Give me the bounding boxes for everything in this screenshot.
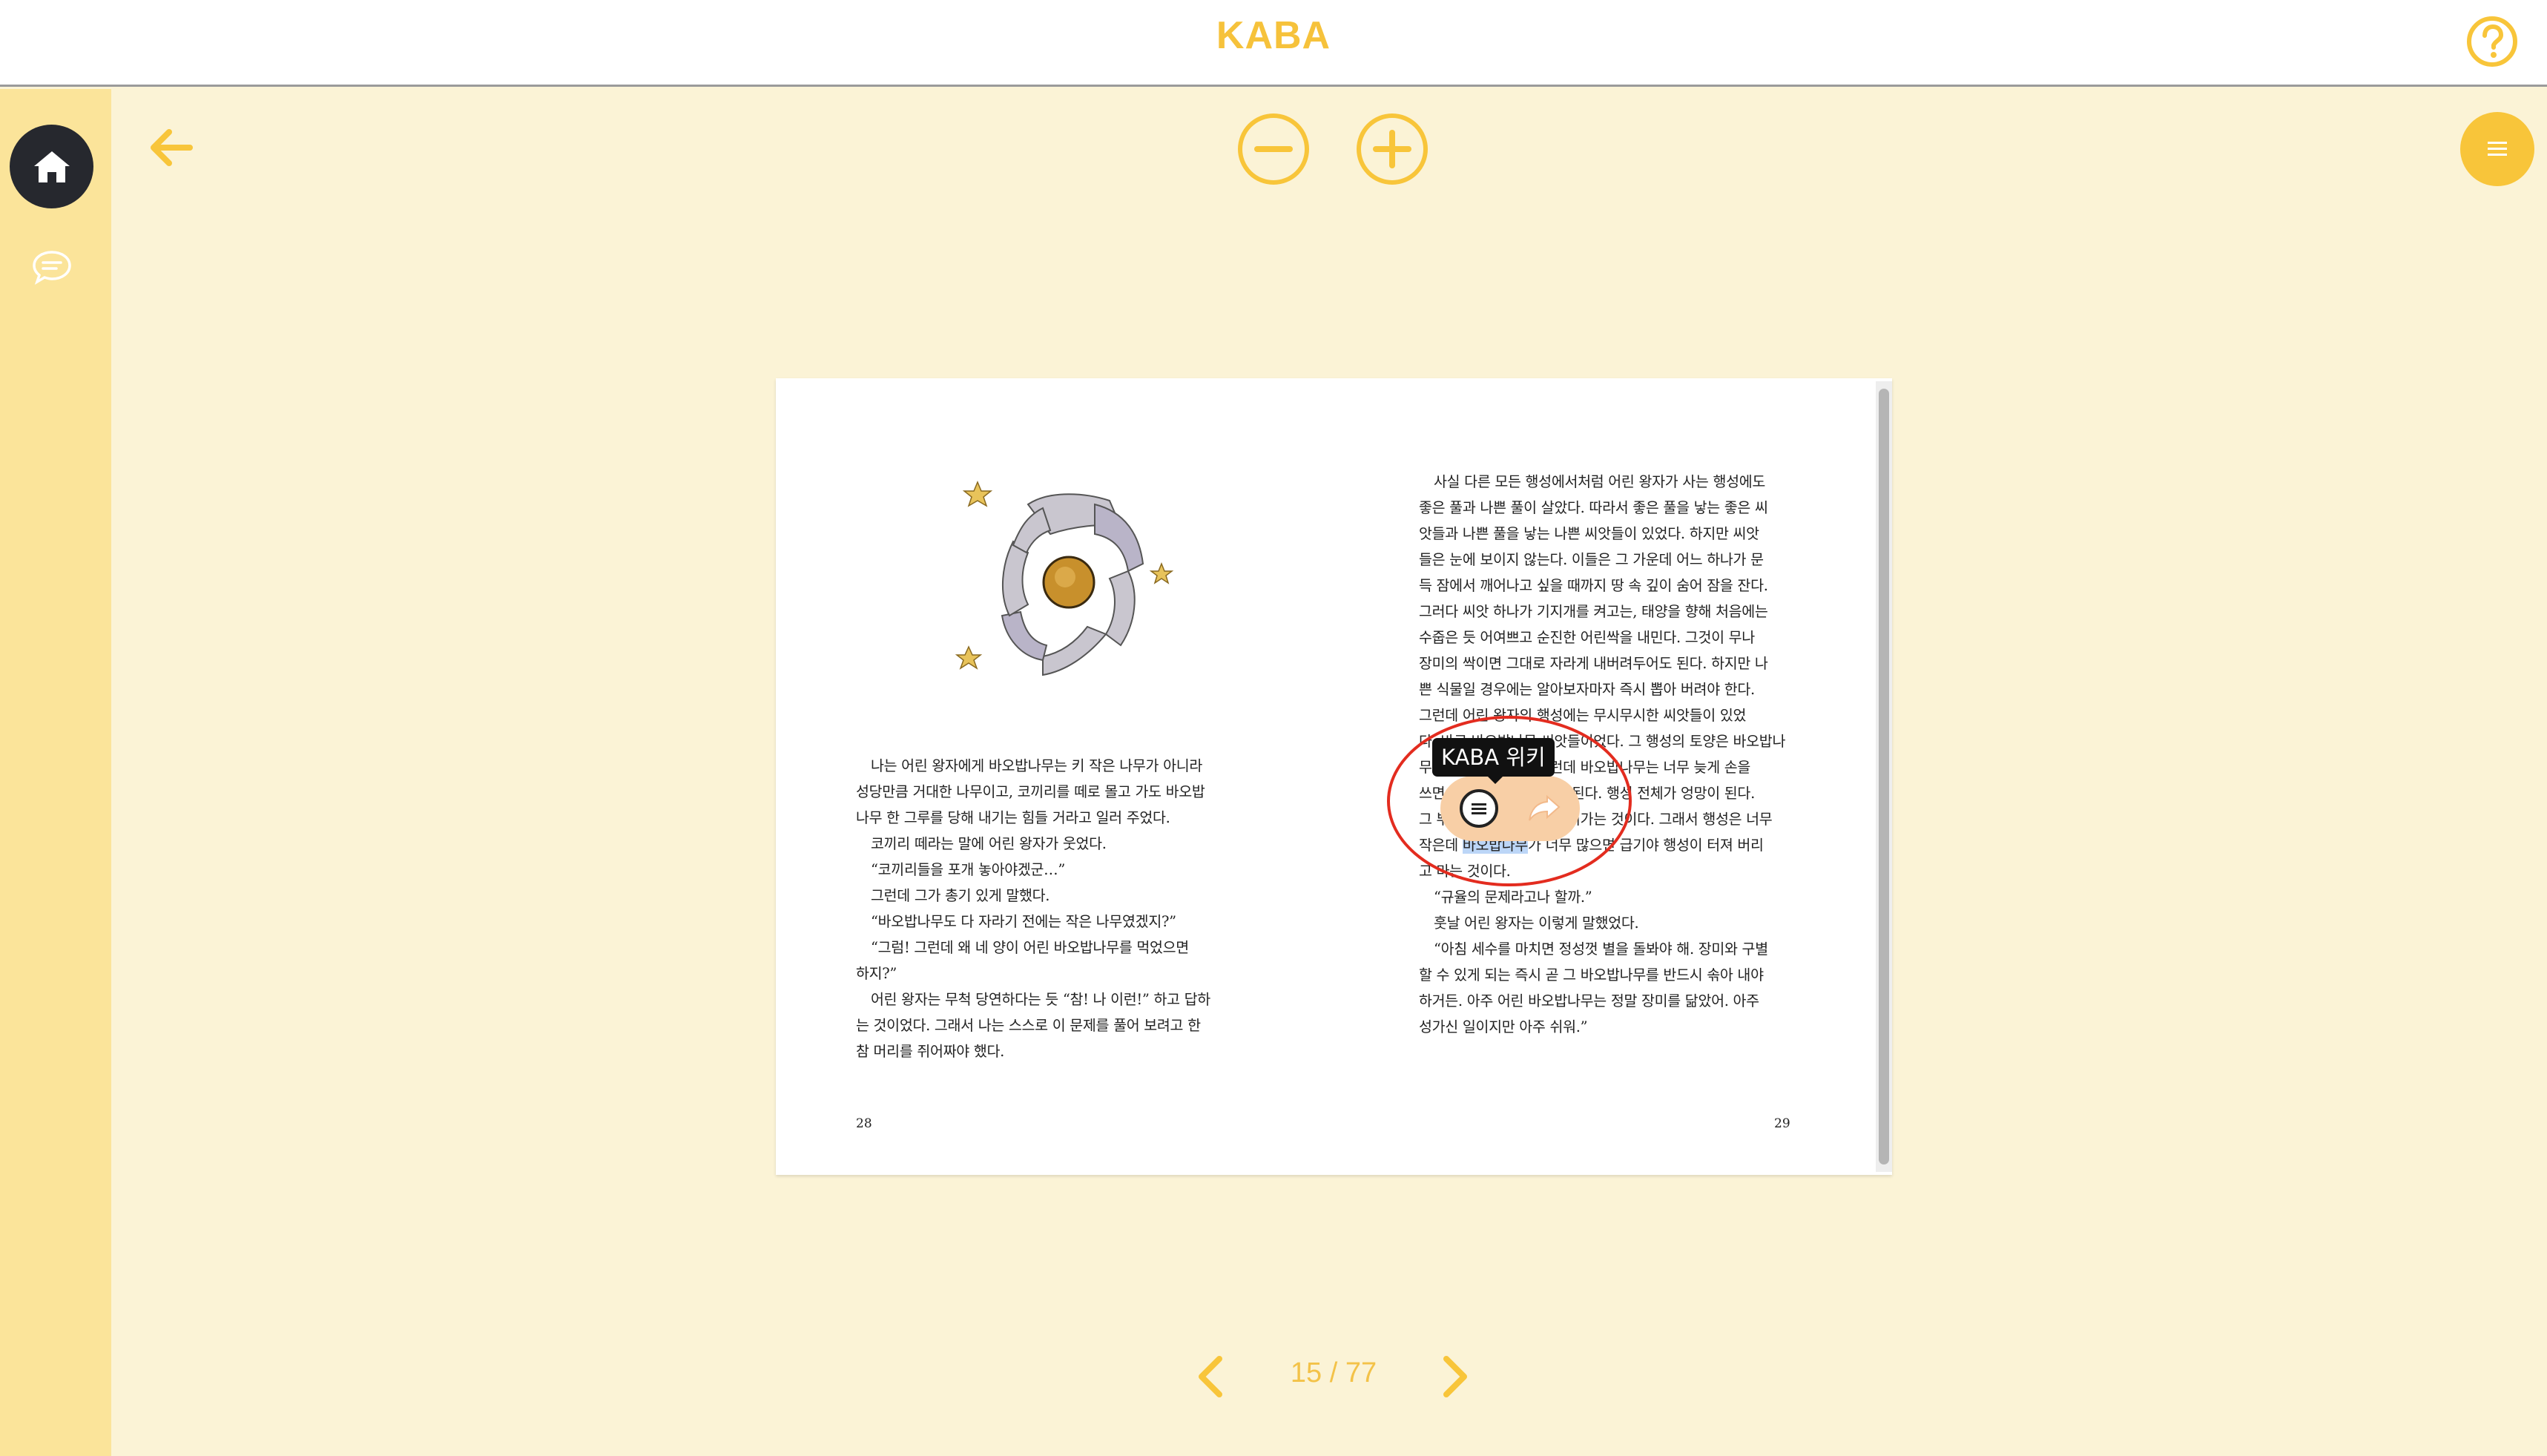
home-icon [33,151,70,182]
zoom-in-button[interactable] [1354,111,1430,187]
app-title: KABA [1216,14,1331,57]
text-line: 좋은 풀과 나쁜 풀이 살았다. 따라서 좋은 풀을 낳는 좋은 씨 [1419,499,1768,516]
text-line: “바오밥나무도 다 자라기 전에는 작은 나무였겠지?” [871,913,1176,930]
home-button[interactable] [10,125,93,208]
annotation-circle [1387,716,1632,886]
text-line: “코끼리들을 포개 놓아야겠군…” [871,861,1066,878]
page-indicator: 15 / 77 [1261,1357,1406,1389]
plus-circle-icon [1357,113,1428,185]
text-line: 장미의 싹이면 그대로 자라게 내버려두어도 된다. 하지만 나 [1419,655,1768,672]
menu-button[interactable] [2460,112,2534,186]
current-page: 15 [1290,1357,1322,1389]
zoom-out-button[interactable] [1236,111,1311,187]
chat-button[interactable] [30,245,74,289]
text-line: 참 머리를 쥐어짜야 했다. [856,1043,1004,1060]
left-page-number: 28 [856,1116,872,1131]
text-line: “그럼! 그런데 왜 네 양이 어린 바오밥나무를 먹었으면 [871,939,1189,956]
text-line: 그러다 씨앗 하나가 기지개를 켜고는, 태양을 향해 처음에는 [1419,603,1768,620]
text-line: 는 것이었다. 그래서 나는 스스로 이 문제를 풀어 보려고 한 [856,1017,1201,1034]
scroll-thumb[interactable] [1879,389,1889,1165]
arrow-left-icon [151,129,193,166]
text-line: 할 수 있게 되는 즉시 곧 그 바오밥나무를 반드시 솎아 내야 [1419,966,1764,984]
text-line: 훗날 어린 왕자는 이렇게 말했었다. [1434,915,1639,932]
text-line: 하지?” [856,965,897,982]
text-line: 성당만큼 거대한 나무이고, 코끼리를 떼로 몰고 가도 바오밥 [856,783,1205,800]
text-line: “아침 세수를 마치면 정성껏 별을 돌봐야 해. 장미와 구별 [1434,941,1768,958]
sidebar [0,89,111,1456]
top-bar: KABA [0,0,2547,87]
text-line: 하거든. 아주 어린 바오밥나무는 정말 장미를 닮았어. 아주 [1419,992,1759,1009]
text-line: “규율의 문제라고나 할까.” [1434,889,1592,906]
text-line: 나는 어린 왕자에게 바오밥나무는 키 작은 나무가 아니라 [871,757,1203,774]
back-button[interactable] [145,122,197,174]
chevron-right-icon [1443,1356,1467,1397]
text-line: 들은 눈에 보이지 않는다. 이들은 그 가운데 어느 하나가 문 [1419,551,1764,568]
chat-bubble-icon [33,251,71,285]
page-separator: / [1329,1357,1338,1389]
text-line: 어린 왕자는 무척 당연하다는 듯 “참! 나 이런!” 하고 답하 [871,991,1210,1008]
text-line: 나무 한 그루를 당해 내기는 힘들 거라고 일러 주었다. [856,809,1170,826]
question-circle-icon [2467,16,2517,67]
help-button[interactable] [2465,15,2519,68]
baobab-planet-illustration [939,460,1191,697]
text-line: 득 잠에서 깨어나고 싶을 때까지 땅 속 깊이 숨어 잠을 잔다. [1419,577,1768,594]
total-pages: 77 [1345,1357,1377,1389]
left-page-text: 나는 어린 왕자에게 바오밥나무는 키 작은 나무가 아니라 성당만큼 거대한 … [856,753,1227,1064]
minus-circle-icon [1238,113,1309,185]
chevron-left-icon [1199,1356,1222,1397]
book-scrollbar[interactable] [1876,381,1892,1172]
hamburger-menu-icon [2488,142,2507,156]
prev-page-button[interactable] [1193,1354,1230,1399]
text-line: 수줍은 듯 어여쁘고 순진한 어린싹을 내민다. 그것이 무나 [1419,629,1755,646]
text-line: 사실 다른 모든 행성에서처럼 어린 왕자가 사는 행성에도 [1434,473,1766,490]
text-line: 앗들과 나쁜 풀을 낳는 나쁜 씨앗들이 있었다. 하지만 씨앗 [1419,525,1759,542]
text-line: 그런데 그가 총기 있게 말했다. [871,887,1050,904]
text-line: 성가신 일이지만 아주 쉬워.” [1419,1018,1588,1035]
text-line: 코끼리 떼라는 말에 어린 왕자가 웃었다. [871,835,1107,852]
book-viewer: 나는 어린 왕자에게 바오밥나무는 키 작은 나무가 아니라 성당만큼 거대한 … [776,378,1892,1175]
next-page-button[interactable] [1436,1354,1473,1399]
text-line: 쁜 식물일 경우에는 알아보자마자 즉시 뽑아 버려야 한다. [1419,681,1755,698]
right-page-number: 29 [1774,1116,1790,1131]
